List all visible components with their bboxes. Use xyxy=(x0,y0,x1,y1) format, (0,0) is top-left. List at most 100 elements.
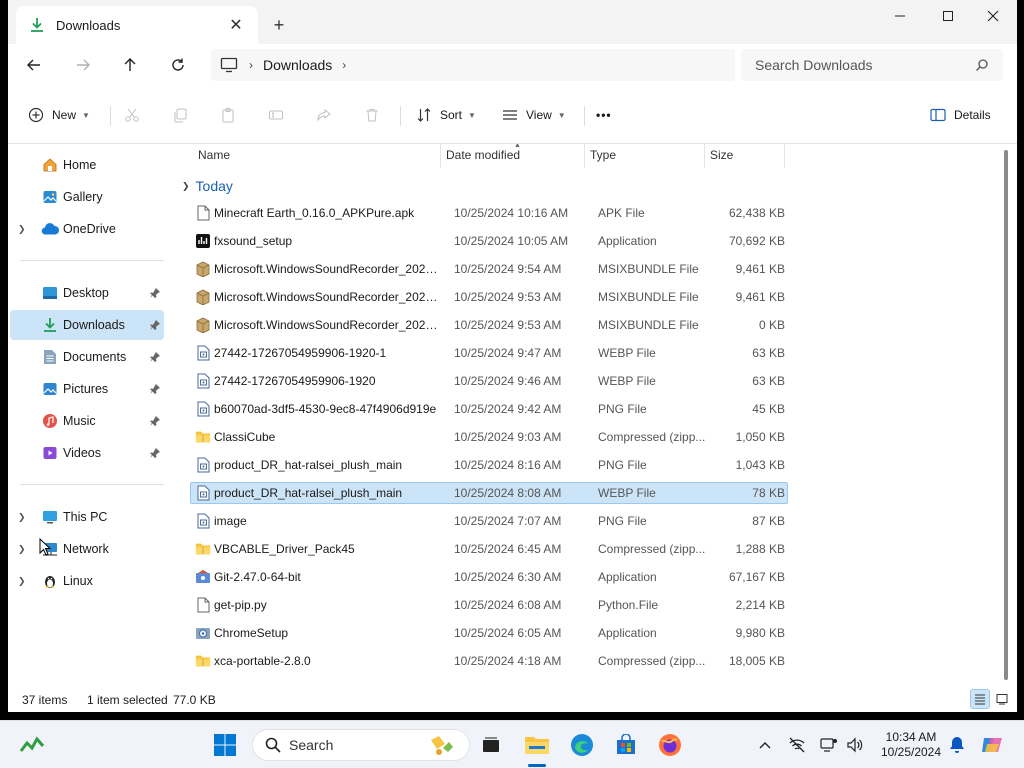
sidebar-item-pictures[interactable]: Pictures xyxy=(10,374,164,404)
file-name: image xyxy=(214,514,247,528)
chevron-right-icon[interactable]: › xyxy=(332,58,356,72)
windows-logo-icon xyxy=(214,734,236,756)
address-bar[interactable]: › Downloads › xyxy=(211,49,735,81)
column-header-name[interactable]: Name xyxy=(198,148,230,162)
file-row[interactable]: xca-portable-2.8.0 10/25/2024 4:18 AM Comp… xyxy=(190,650,788,672)
chevron-right-icon[interactable]: ❯ xyxy=(18,544,30,555)
column-header-date[interactable]: Date modified xyxy=(446,148,520,162)
task-view-button[interactable] xyxy=(475,729,507,761)
details-view-toggle[interactable] xyxy=(970,689,990,709)
group-header-today[interactable]: ❯ Today xyxy=(182,178,233,194)
new-button[interactable]: New ▼ xyxy=(28,100,90,130)
file-row[interactable]: ClassiCube 10/25/2024 9:03 AM Compressed (… xyxy=(190,426,788,448)
taskbar-store[interactable] xyxy=(610,729,642,761)
pin-icon[interactable] xyxy=(149,287,161,299)
sidebar-item-music[interactable]: Music xyxy=(10,406,164,436)
vertical-scrollbar[interactable] xyxy=(1004,150,1008,680)
taskbar-file-explorer[interactable] xyxy=(521,729,553,761)
sidebar-item-linux[interactable]: ❯ Linux xyxy=(10,566,164,596)
sidebar-item-home[interactable]: Home xyxy=(10,150,164,180)
search-input[interactable] xyxy=(755,57,975,73)
copilot-button[interactable] xyxy=(976,729,1008,761)
column-divider[interactable] xyxy=(584,144,585,168)
cut-button[interactable] xyxy=(124,100,140,130)
sidebar-item-gallery[interactable]: Gallery xyxy=(10,182,164,212)
status-bar: 37 items 1 item selected 77.0 KB xyxy=(8,688,1017,712)
pin-icon[interactable] xyxy=(149,447,161,459)
tab-downloads[interactable]: Downloads ✕ xyxy=(16,6,258,44)
maximize-button[interactable] xyxy=(925,0,971,32)
file-name: Microsoft.WindowsSoundRecorder_2021.... xyxy=(214,290,442,304)
tray-network-off[interactable] xyxy=(782,729,812,761)
back-button[interactable] xyxy=(18,50,50,80)
taskbar-edge[interactable] xyxy=(566,729,598,761)
sidebar-item-documents[interactable]: Documents xyxy=(10,342,164,372)
taskbar-clock[interactable]: 10:34 AM 10/25/2024 xyxy=(872,730,950,760)
file-date: 10/25/2024 8:16 AM xyxy=(454,458,562,472)
tiles-view-toggle[interactable] xyxy=(992,689,1012,709)
file-type: Compressed (zipp... xyxy=(598,542,706,556)
pin-icon[interactable] xyxy=(149,319,161,331)
column-divider[interactable] xyxy=(440,144,441,168)
paste-button[interactable] xyxy=(220,100,236,130)
file-type: MSIXBUNDLE File xyxy=(598,290,699,304)
up-button[interactable] xyxy=(114,50,146,80)
file-row[interactable]: Minecraft Earth_0.16.0_APKPure.apk 10/25/… xyxy=(190,202,788,224)
file-row[interactable]: ChromeSetup 10/25/2024 6:05 AM Application… xyxy=(190,622,788,644)
more-options-button[interactable]: ••• xyxy=(596,100,612,130)
view-button[interactable]: View ▼ xyxy=(502,100,566,130)
sidebar-item-downloads[interactable]: Downloads xyxy=(10,310,164,340)
rename-button[interactable] xyxy=(268,100,284,130)
file-row[interactable]: image 10/25/2024 7:07 AM PNG File 87 KB xyxy=(190,510,788,532)
copy-button[interactable] xyxy=(172,100,188,130)
breadcrumb-downloads[interactable]: Downloads xyxy=(263,57,332,73)
column-divider[interactable] xyxy=(784,144,785,168)
pin-icon[interactable] xyxy=(149,351,161,363)
file-row[interactable]: product_DR_hat-ralsei_plush_main 10/25/20… xyxy=(190,482,788,504)
share-button[interactable] xyxy=(316,100,332,130)
file-row[interactable]: 27442-17267054959906-1920 10/25/2024 9:46… xyxy=(190,370,788,392)
widgets-button[interactable] xyxy=(16,729,48,761)
new-tab-button[interactable]: + xyxy=(266,12,292,38)
file-date: 10/25/2024 9:46 AM xyxy=(454,374,562,388)
file-row[interactable]: b60070ad-3df5-4530-9ec8-47f4906d919e 10/2… xyxy=(190,398,788,420)
column-header-type[interactable]: Type xyxy=(590,148,616,162)
details-pane-button[interactable]: Details xyxy=(930,100,991,130)
chevron-right-icon[interactable]: ❯ xyxy=(18,576,30,587)
sort-button[interactable]: Sort ▼ xyxy=(416,100,476,130)
start-button[interactable] xyxy=(209,729,241,761)
chevron-right-icon[interactable]: ❯ xyxy=(18,224,30,235)
file-row[interactable]: Microsoft.WindowsSoundRecorder_2021.... 1… xyxy=(190,314,788,336)
sidebar-item-onedrive[interactable]: ❯ OneDrive xyxy=(10,214,164,244)
column-header-size[interactable]: Size xyxy=(710,148,733,162)
file-row[interactable]: fxsound_setup 10/25/2024 10:05 AM Applicat… xyxy=(190,230,788,252)
search-icon[interactable] xyxy=(975,58,989,72)
chevron-right-icon[interactable]: ❯ xyxy=(18,512,30,523)
file-row[interactable]: Git-2.47.0-64-bit 10/25/2024 6:30 AM Appli… xyxy=(190,566,788,588)
tab-close-button[interactable]: ✕ xyxy=(226,15,246,35)
minimize-button[interactable] xyxy=(877,0,923,32)
file-row[interactable]: get-pip.py 10/25/2024 6:08 AM Python.File 2… xyxy=(190,594,788,616)
pin-icon[interactable] xyxy=(149,383,161,395)
file-row[interactable]: VBCABLE_Driver_Pack45 10/25/2024 6:45 AM C… xyxy=(190,538,788,560)
sidebar-item-this-pc[interactable]: ❯ This PC xyxy=(10,502,164,532)
sidebar-item-network[interactable]: ❯ Network xyxy=(10,534,164,564)
sidebar-item-videos[interactable]: Videos xyxy=(10,438,164,468)
file-row[interactable]: product_DR_hat-ralsei_plush_main 10/25/20… xyxy=(190,454,788,476)
sidebar-item-desktop[interactable]: Desktop xyxy=(10,278,164,308)
show-hidden-icons-button[interactable] xyxy=(750,729,780,761)
column-divider[interactable] xyxy=(704,144,705,168)
taskbar-search[interactable]: Search xyxy=(252,729,470,761)
file-row[interactable]: 27442-17267054959906-1920-1 10/25/2024 9:… xyxy=(190,342,788,364)
close-button[interactable] xyxy=(970,0,1016,32)
refresh-button[interactable] xyxy=(162,50,194,80)
notifications-button[interactable] xyxy=(944,729,970,761)
delete-button[interactable] xyxy=(364,100,380,130)
forward-button[interactable] xyxy=(67,50,99,80)
taskbar-firefox[interactable] xyxy=(654,729,686,761)
tray-volume[interactable] xyxy=(840,729,870,761)
search-box[interactable] xyxy=(741,49,1003,81)
file-row[interactable]: Microsoft.WindowsSoundRecorder_2021.... 1… xyxy=(190,286,788,308)
file-row[interactable]: Microsoft.WindowsSoundRecorder_2021.... 1… xyxy=(190,258,788,280)
pin-icon[interactable] xyxy=(149,415,161,427)
